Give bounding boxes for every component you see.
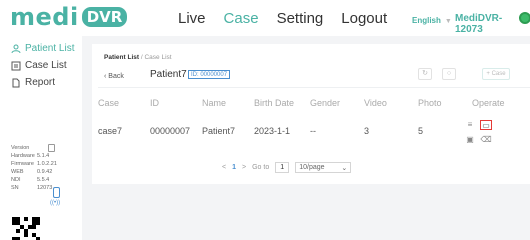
column-header: Case (98, 98, 120, 108)
image-icon[interactable]: ▣ (464, 135, 476, 145)
case-header: Patient List / Case List ‹ Back Patient7… (98, 50, 530, 88)
nav-setting[interactable]: Setting (277, 10, 324, 27)
sysinfo-value: 5.1.4 (37, 153, 50, 159)
sysinfo-key: Hardware (11, 153, 35, 159)
page-size-select[interactable]: 10/page ⌄ (295, 162, 352, 173)
sidebar-item-report[interactable]: Report (0, 74, 82, 91)
wifi-icon: ((•)) (50, 200, 61, 206)
breadcrumb-current: Case List (144, 54, 172, 61)
cell-gender: -- (310, 126, 316, 136)
back-label: Back (108, 73, 124, 80)
cell-name: Patient7 (202, 126, 236, 136)
sysinfo-key: Firmware (11, 161, 34, 167)
device-status-icon (519, 12, 530, 24)
column-header: ID (150, 98, 159, 108)
sidebar-item-case-list[interactable]: Case List (0, 57, 82, 74)
sysinfo-row: SN 12073 (11, 184, 57, 192)
filter-icon[interactable]: ≡ (464, 120, 476, 130)
sysinfo-value: 5.5.4 (37, 177, 50, 183)
cell-birth-date: 2023-1-1 (254, 126, 291, 136)
goto-label: Go to (252, 164, 270, 171)
add-case-button[interactable]: + Case (482, 68, 510, 80)
refresh-icon: ↻ (422, 70, 428, 77)
case-card: Patient List / Case List ‹ Back Patient7… (92, 44, 530, 184)
qr-code (12, 217, 40, 240)
trash-icon[interactable]: ⌫ (480, 135, 492, 145)
breadcrumb: Patient List / Case List (104, 54, 172, 61)
patient-name: Patient7 (150, 69, 187, 80)
sd-card-icon (48, 144, 55, 152)
main-panel: Patient List / Case List ‹ Back Patient7… (82, 36, 530, 240)
search-icon: ○ (446, 70, 452, 77)
sysinfo-key: NDI (11, 177, 21, 183)
breadcrumb-separator: / (140, 54, 143, 61)
operate-actions: ≡ ▭ ▣ ⌫ (464, 120, 494, 150)
sidebar-item-label: Patient List (25, 43, 75, 54)
logo-badge: DVR (81, 7, 128, 27)
breadcrumb-root[interactable]: Patient List (104, 54, 139, 61)
back-button[interactable]: ‹ Back (104, 73, 124, 80)
sysinfo-key: Version (11, 145, 30, 151)
nav-logout[interactable]: Logout (341, 10, 387, 27)
sidebar: Patient List Case List Report Version Ha… (0, 36, 82, 240)
cell-video: 3 (364, 126, 370, 136)
phone-icon[interactable] (53, 187, 60, 198)
chevron-down-icon: ▼ (444, 18, 452, 25)
top-bar: medi DVR Live Case Setting Logout Englis… (0, 0, 530, 36)
main-nav: Live Case Setting Logout (178, 10, 387, 27)
sysinfo-row: WEB 0.9.42 (11, 168, 57, 176)
report-icon (12, 78, 20, 87)
sysinfo-row: NDI 5.5.4 (11, 176, 57, 184)
sysinfo-value: 12073 (37, 185, 53, 191)
language-label: English (412, 16, 441, 25)
sysinfo-key: SN (11, 185, 19, 191)
sidebar-item-label: Case List (25, 60, 67, 71)
column-header: Photo (418, 98, 442, 108)
sysinfo-value: 0.9.42 (37, 169, 53, 175)
prev-page-button[interactable]: < (222, 164, 226, 171)
column-header: Name (202, 98, 227, 108)
nav-case[interactable]: Case (224, 10, 259, 27)
logo-text: medi (10, 3, 79, 31)
page-number[interactable]: 1 (232, 164, 236, 171)
patient-id-badge: ID: 00000007 (188, 70, 231, 79)
goto-page-input[interactable] (275, 162, 290, 173)
column-header: Operate (472, 98, 505, 108)
column-header: Birth Date (254, 98, 295, 108)
sidebar-item-patient-list[interactable]: Patient List (0, 40, 82, 57)
chevron-down-icon: ⌄ (341, 164, 348, 172)
table-header: Case ID Name Birth Date Gender Video Pho… (98, 98, 530, 108)
patient-icon (11, 44, 21, 53)
sysinfo-row: Hardware 5.1.4 (11, 152, 57, 160)
search-button[interactable]: ○ (442, 68, 456, 80)
pagination: < 1 > Go to 10/page ⌄ (222, 162, 352, 173)
app-logo: medi DVR (10, 3, 128, 31)
next-page-button[interactable]: > (242, 164, 246, 171)
cell-id: 00000007 (150, 126, 191, 136)
sysinfo-value: 1.0.2.21 (37, 161, 57, 167)
language-select[interactable]: English ▼ (412, 16, 452, 25)
column-header: Video (364, 98, 387, 108)
list-icon (11, 61, 21, 70)
page-size-value: 10/page (299, 164, 325, 171)
column-header: Gender (310, 98, 341, 108)
sidebar-item-label: Report (25, 77, 56, 88)
cell-case: case7 (98, 126, 123, 136)
sysinfo-row: Firmware 1.0.2.21 (11, 160, 57, 168)
nav-live[interactable]: Live (178, 10, 206, 27)
video-camera-icon[interactable]: ▭ (480, 120, 492, 130)
sysinfo-key: WEB (11, 169, 24, 175)
refresh-button[interactable]: ↻ (418, 68, 432, 80)
